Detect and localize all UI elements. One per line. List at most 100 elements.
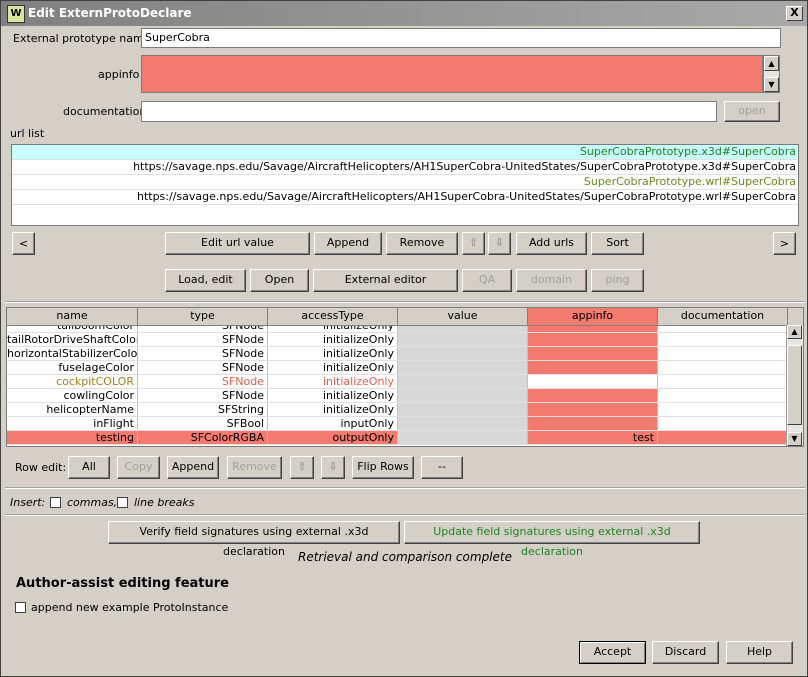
cell-access-type[interactable]: initializeOnly [268, 389, 398, 402]
cell-access-type[interactable]: outputOnly [268, 431, 398, 444]
move-url-up-icon[interactable]: ⇧ [462, 232, 485, 255]
discard-button[interactable]: Discard [652, 641, 719, 664]
cell-appinfo[interactable] [528, 333, 658, 346]
cell-name[interactable]: helicopterName [7, 403, 138, 416]
cell-type[interactable]: SFNode [138, 333, 268, 346]
prototype-name-input[interactable]: SuperCobra [141, 28, 781, 48]
load-edit-button[interactable]: Load, edit [165, 269, 246, 292]
cell-value[interactable] [398, 333, 528, 346]
scroll-down-icon[interactable]: ▼ [764, 77, 779, 92]
cell-access-type[interactable]: initializeOnly [268, 333, 398, 346]
help-button[interactable]: Help [726, 641, 793, 664]
cell-name[interactable]: inFlight [7, 417, 138, 430]
commas-checkbox[interactable] [50, 497, 61, 508]
scroll-thumb[interactable] [787, 345, 802, 425]
cell-access-type[interactable]: initializeOnly [268, 375, 398, 388]
move-url-down-icon[interactable]: ⇩ [488, 232, 511, 255]
open-url-button[interactable]: Open [250, 269, 309, 292]
appinfo-scrollbar[interactable]: ▲ ▼ [763, 55, 780, 93]
external-editor-button[interactable]: External editor [313, 269, 458, 292]
column-header-value[interactable]: value [398, 308, 528, 325]
remove-row-button[interactable]: Remove [227, 456, 282, 479]
ping-button[interactable]: ping [591, 269, 644, 292]
url-list-item[interactable]: https://savage.nps.edu/Savage/AircraftHe… [12, 190, 798, 205]
table-row[interactable]: cowlingColor SFNode initializeOnly [7, 389, 788, 403]
append-protoinstance-checkbox[interactable] [15, 602, 26, 613]
cell-access-type[interactable]: initializeOnly [268, 326, 398, 332]
add-urls-button[interactable]: Add urls [516, 232, 587, 255]
cell-documentation[interactable] [658, 333, 788, 346]
column-header-access-type[interactable]: accessType [268, 308, 398, 325]
qa-button[interactable]: QA [462, 269, 512, 292]
table-row[interactable]: fuselageColor SFNode initializeOnly [7, 361, 788, 375]
cell-type[interactable]: SFNode [138, 326, 268, 332]
cell-type[interactable]: SFNode [138, 389, 268, 402]
cell-value[interactable] [398, 431, 528, 444]
url-list-item[interactable]: SuperCobraPrototype.wrl#SuperCobra [12, 175, 798, 190]
appinfo-textarea[interactable] [141, 55, 763, 93]
column-header-type[interactable]: type [138, 308, 268, 325]
edit-url-value-button[interactable]: Edit url value [165, 232, 310, 255]
table-row-selected[interactable]: testing SFColorRGBA outputOnly test [7, 431, 788, 445]
cell-value[interactable] [398, 347, 528, 360]
documentation-input[interactable] [141, 101, 717, 122]
copy-row-button[interactable]: Copy [117, 456, 160, 479]
title-bar[interactable]: W Edit ExternProtoDeclare X [1, 1, 807, 26]
table-row[interactable]: helicopterName SFString initializeOnly [7, 403, 788, 417]
column-header-name[interactable]: name [7, 308, 138, 325]
accept-button[interactable]: Accept [579, 641, 646, 664]
append-row-button[interactable]: Append [167, 456, 219, 479]
cell-documentation[interactable] [658, 361, 788, 374]
cell-documentation[interactable] [658, 347, 788, 360]
scroll-up-icon[interactable]: ▲ [764, 56, 779, 71]
table-row[interactable]: tailRotorDriveShaftColor SFNode initiali… [7, 333, 788, 347]
documentation-open-button[interactable]: open [724, 101, 780, 122]
cell-type[interactable]: SFNode [138, 361, 268, 374]
cell-name[interactable]: tailRotorDriveShaftColor [7, 333, 138, 346]
cell-value[interactable] [398, 417, 528, 430]
append-url-button[interactable]: Append [314, 232, 382, 255]
flip-rows-button[interactable]: Flip Rows [352, 456, 414, 479]
cell-type[interactable]: SFNode [138, 347, 268, 360]
cell-appinfo[interactable] [528, 326, 658, 332]
scroll-down-icon[interactable]: ▼ [787, 432, 802, 446]
cell-appinfo[interactable] [528, 403, 658, 416]
cell-value[interactable] [398, 326, 528, 332]
cell-appinfo[interactable] [528, 389, 658, 402]
update-field-signatures-button[interactable]: Update field signatures using external .… [404, 521, 700, 558]
cell-name[interactable]: cockpitCOLOR [7, 375, 138, 388]
cell-appinfo[interactable] [528, 375, 658, 388]
cell-value[interactable] [398, 403, 528, 416]
cell-access-type[interactable]: initializeOnly [268, 403, 398, 416]
cell-type[interactable]: SFString [138, 403, 268, 416]
cell-value[interactable] [398, 375, 528, 388]
url-list[interactable]: SuperCobraPrototype.x3d#SuperCobra https… [11, 144, 799, 226]
cell-documentation[interactable] [658, 375, 788, 388]
cell-value[interactable] [398, 389, 528, 402]
cell-documentation[interactable] [658, 403, 788, 416]
column-header-appinfo[interactable]: appinfo [528, 308, 658, 325]
table-row[interactable]: tailboomColor SFNode initializeOnly [7, 326, 788, 333]
url-prev-button[interactable]: < [12, 232, 35, 255]
cell-documentation[interactable] [658, 417, 788, 430]
table-scrollbar[interactable]: ▲ ▼ [786, 325, 803, 446]
sort-urls-button[interactable]: Sort [591, 232, 644, 255]
more-row-options-button[interactable]: -- [421, 456, 463, 479]
cell-documentation[interactable] [658, 431, 788, 444]
line-breaks-checkbox[interactable] [117, 497, 128, 508]
url-list-item[interactable]: SuperCobraPrototype.x3d#SuperCobra [12, 145, 798, 160]
fields-table[interactable]: name type accessType value appinfo docum… [6, 307, 804, 447]
cell-appinfo[interactable] [528, 361, 658, 374]
cell-access-type[interactable]: initializeOnly [268, 347, 398, 360]
cell-type[interactable]: SFNode [138, 375, 268, 388]
cell-appinfo[interactable] [528, 347, 658, 360]
close-icon[interactable]: X [786, 6, 803, 21]
cell-access-type[interactable]: inputOnly [268, 417, 398, 430]
cell-name[interactable]: testing [7, 431, 138, 444]
remove-url-button[interactable]: Remove [386, 232, 458, 255]
url-next-button[interactable]: > [773, 232, 796, 255]
cell-appinfo[interactable] [528, 417, 658, 430]
verify-field-signatures-button[interactable]: Verify field signatures using external .… [108, 521, 400, 558]
domain-button[interactable]: domain [516, 269, 587, 292]
cell-documentation[interactable] [658, 326, 788, 332]
